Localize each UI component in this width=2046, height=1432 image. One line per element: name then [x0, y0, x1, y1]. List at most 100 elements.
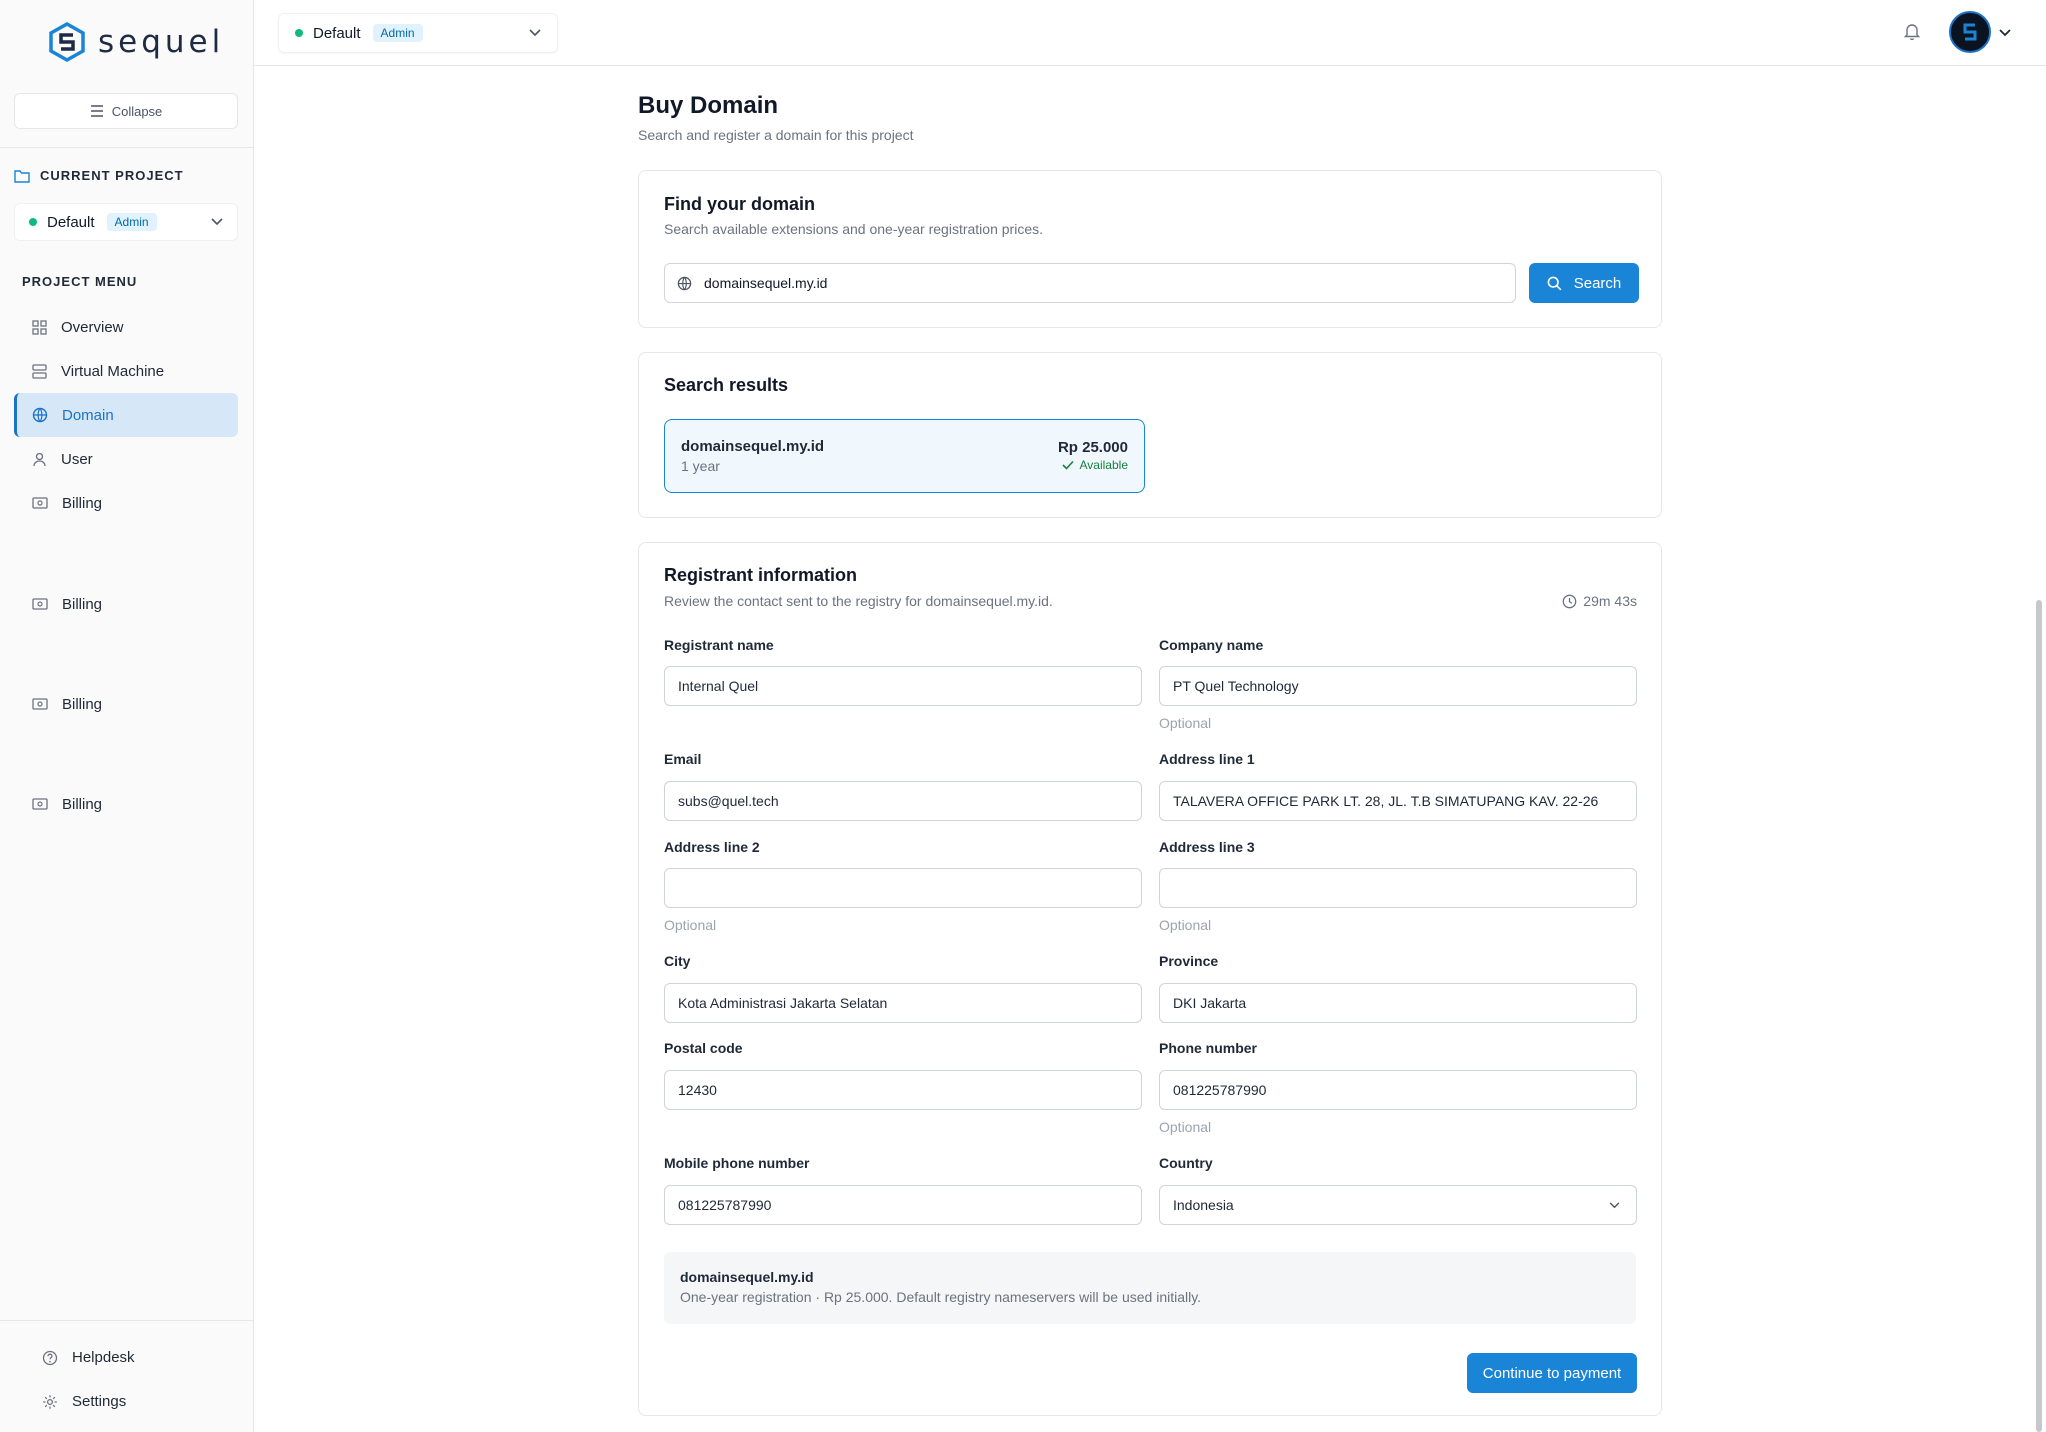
field-value: 12430	[678, 1082, 717, 1098]
chevron-down-icon	[211, 218, 223, 226]
sidebar: sequel Collapse CURRENT PROJECT Default …	[0, 0, 254, 1432]
grid-icon	[32, 319, 47, 335]
address-line-3-field[interactable]	[1159, 868, 1637, 908]
chevron-down-icon	[529, 29, 541, 37]
address-line-3-label: Address line 3	[1159, 839, 1255, 855]
availability-label: Available	[1079, 458, 1128, 472]
summary-text: One-year registration · Rp 25.000. Defau…	[680, 1289, 1202, 1305]
status-dot	[29, 218, 37, 226]
check-icon	[1061, 460, 1074, 470]
company-name-field[interactable]: PT Quel Technology	[1159, 666, 1637, 706]
settings-label: Settings	[72, 1393, 127, 1410]
sidebar-item-domain[interactable]: Domain	[14, 393, 238, 437]
field-value: 081225787990	[1173, 1082, 1267, 1098]
sidebar-item-billing[interactable]: Billing	[14, 481, 238, 525]
divider	[0, 147, 254, 148]
scrollbar[interactable]	[2036, 600, 2042, 1432]
search-button-label: Search	[1573, 274, 1622, 292]
phone-number-label: Phone number	[1159, 1040, 1258, 1056]
result-term: 1 year	[681, 458, 720, 474]
card-title: Search results	[664, 375, 789, 395]
email-field[interactable]: subs@quel.tech	[664, 781, 1142, 821]
collapse-button[interactable]: Collapse	[14, 93, 238, 129]
billing-icon	[32, 698, 48, 710]
timer-value: 29m 43s	[1583, 593, 1637, 609]
registrant-name-field[interactable]: Internal Quel	[664, 666, 1142, 706]
sidebar-item-label: Domain	[62, 406, 114, 424]
field-value: Indonesia	[1173, 1197, 1234, 1213]
postal-code-field[interactable]: 12430	[664, 1070, 1142, 1110]
sidebar-item-virtual-machine[interactable]: Virtual Machine	[14, 349, 238, 393]
project-name: Default	[313, 24, 361, 42]
sidebar-item-label: Virtual Machine	[61, 362, 165, 380]
optional-hint: Optional	[1159, 917, 1212, 933]
help-icon	[42, 1350, 58, 1365]
phone-number-field[interactable]: 081225787990	[1159, 1070, 1637, 1110]
sidebar-item-user[interactable]: User	[14, 437, 238, 481]
chevron-down-icon[interactable]	[1999, 24, 2011, 42]
helpdesk-label: Helpdesk	[72, 1349, 135, 1366]
field-value: Internal Quel	[678, 678, 759, 694]
project-switcher[interactable]: Default Admin	[278, 13, 558, 53]
project-selector[interactable]: Default Admin	[14, 203, 238, 241]
avatar[interactable]	[1949, 11, 1991, 53]
server-icon	[32, 363, 47, 379]
country-label: Country	[1159, 1155, 1213, 1171]
helpdesk-link[interactable]: Helpdesk	[42, 1349, 135, 1366]
current-project-heading: CURRENT PROJECT	[14, 168, 184, 183]
sidebar-item-label: Billing	[62, 595, 103, 613]
result-price: Rp 25.000	[1057, 439, 1128, 456]
gear-icon	[43, 1394, 57, 1409]
globe-icon	[32, 407, 48, 423]
optional-hint: Optional	[1159, 1119, 1212, 1135]
settings-link[interactable]: Settings	[42, 1393, 126, 1410]
user-icon	[33, 452, 46, 466]
field-value: DKI Jakarta	[1173, 995, 1247, 1011]
sidebar-item-overview[interactable]: Overview	[14, 305, 238, 349]
city-field[interactable]: Kota Administrasi Jakarta Selatan	[664, 983, 1142, 1023]
sidebar-item-billing[interactable]: Billing	[14, 782, 238, 826]
page-title: Buy Domain	[638, 92, 779, 119]
search-button[interactable]: Search	[1529, 263, 1639, 303]
chevron-down-icon	[1609, 1201, 1620, 1208]
address-line-2-field[interactable]	[664, 868, 1142, 908]
field-value: subs@quel.tech	[678, 793, 779, 809]
brand-logo[interactable]: sequel	[48, 22, 224, 62]
domain-search-input[interactable]: domainsequel.my.id	[664, 263, 1516, 303]
card-title: Find your domain	[664, 194, 815, 214]
notification-bell-icon[interactable]	[1903, 22, 1921, 45]
search-input-value: domainsequel.my.id	[704, 275, 828, 291]
menu-icon	[90, 105, 103, 117]
optional-hint: Optional	[1159, 715, 1212, 731]
address-line-1-label: Address line 1	[1159, 751, 1255, 767]
mobile-phone-field[interactable]: 081225787990	[664, 1185, 1142, 1225]
sequel-logo-icon	[49, 22, 85, 62]
result-item[interactable]: domainsequel.my.id 1 year Rp 25.000 Avai…	[664, 419, 1145, 493]
card-description: Search available extensions and one-year…	[664, 221, 1043, 237]
country-select[interactable]: Indonesia	[1159, 1185, 1637, 1225]
sequel-logo-icon	[1963, 23, 1977, 41]
city-label: City	[664, 953, 691, 969]
field-value: TALAVERA OFFICE PARK LT. 28, JL. T.B SIM…	[1173, 793, 1599, 809]
province-label: Province	[1159, 953, 1219, 969]
sidebar-item-billing[interactable]: Billing	[14, 582, 238, 626]
sidebar-item-label: User	[61, 450, 93, 468]
top-bar: Default Admin	[254, 0, 2046, 66]
result-domain: domainsequel.my.id	[681, 438, 825, 455]
continue-to-payment-button[interactable]: Continue to payment	[1467, 1353, 1637, 1393]
availability-status: Available	[1061, 458, 1128, 472]
search-icon	[1547, 276, 1562, 290]
sidebar-item-billing[interactable]: Billing	[14, 682, 238, 726]
address-line-2-label: Address line 2	[664, 839, 760, 855]
summary-domain: domainsequel.my.id	[680, 1269, 814, 1285]
registrant-card: Registrant information Review the contac…	[638, 542, 1662, 1416]
order-summary: domainsequel.my.id One-year registration…	[664, 1252, 1636, 1324]
province-field[interactable]: DKI Jakarta	[1159, 983, 1637, 1023]
sidebar-item-label: Billing	[62, 795, 103, 813]
postal-code-label: Postal code	[664, 1040, 743, 1056]
address-line-1-field[interactable]: TALAVERA OFFICE PARK LT. 28, JL. T.B SIM…	[1159, 781, 1637, 821]
registrant-name-label: Registrant name	[664, 637, 774, 653]
clock-icon	[1562, 594, 1577, 608]
sidebar-item-label: Overview	[61, 318, 124, 336]
status-dot	[295, 29, 303, 37]
